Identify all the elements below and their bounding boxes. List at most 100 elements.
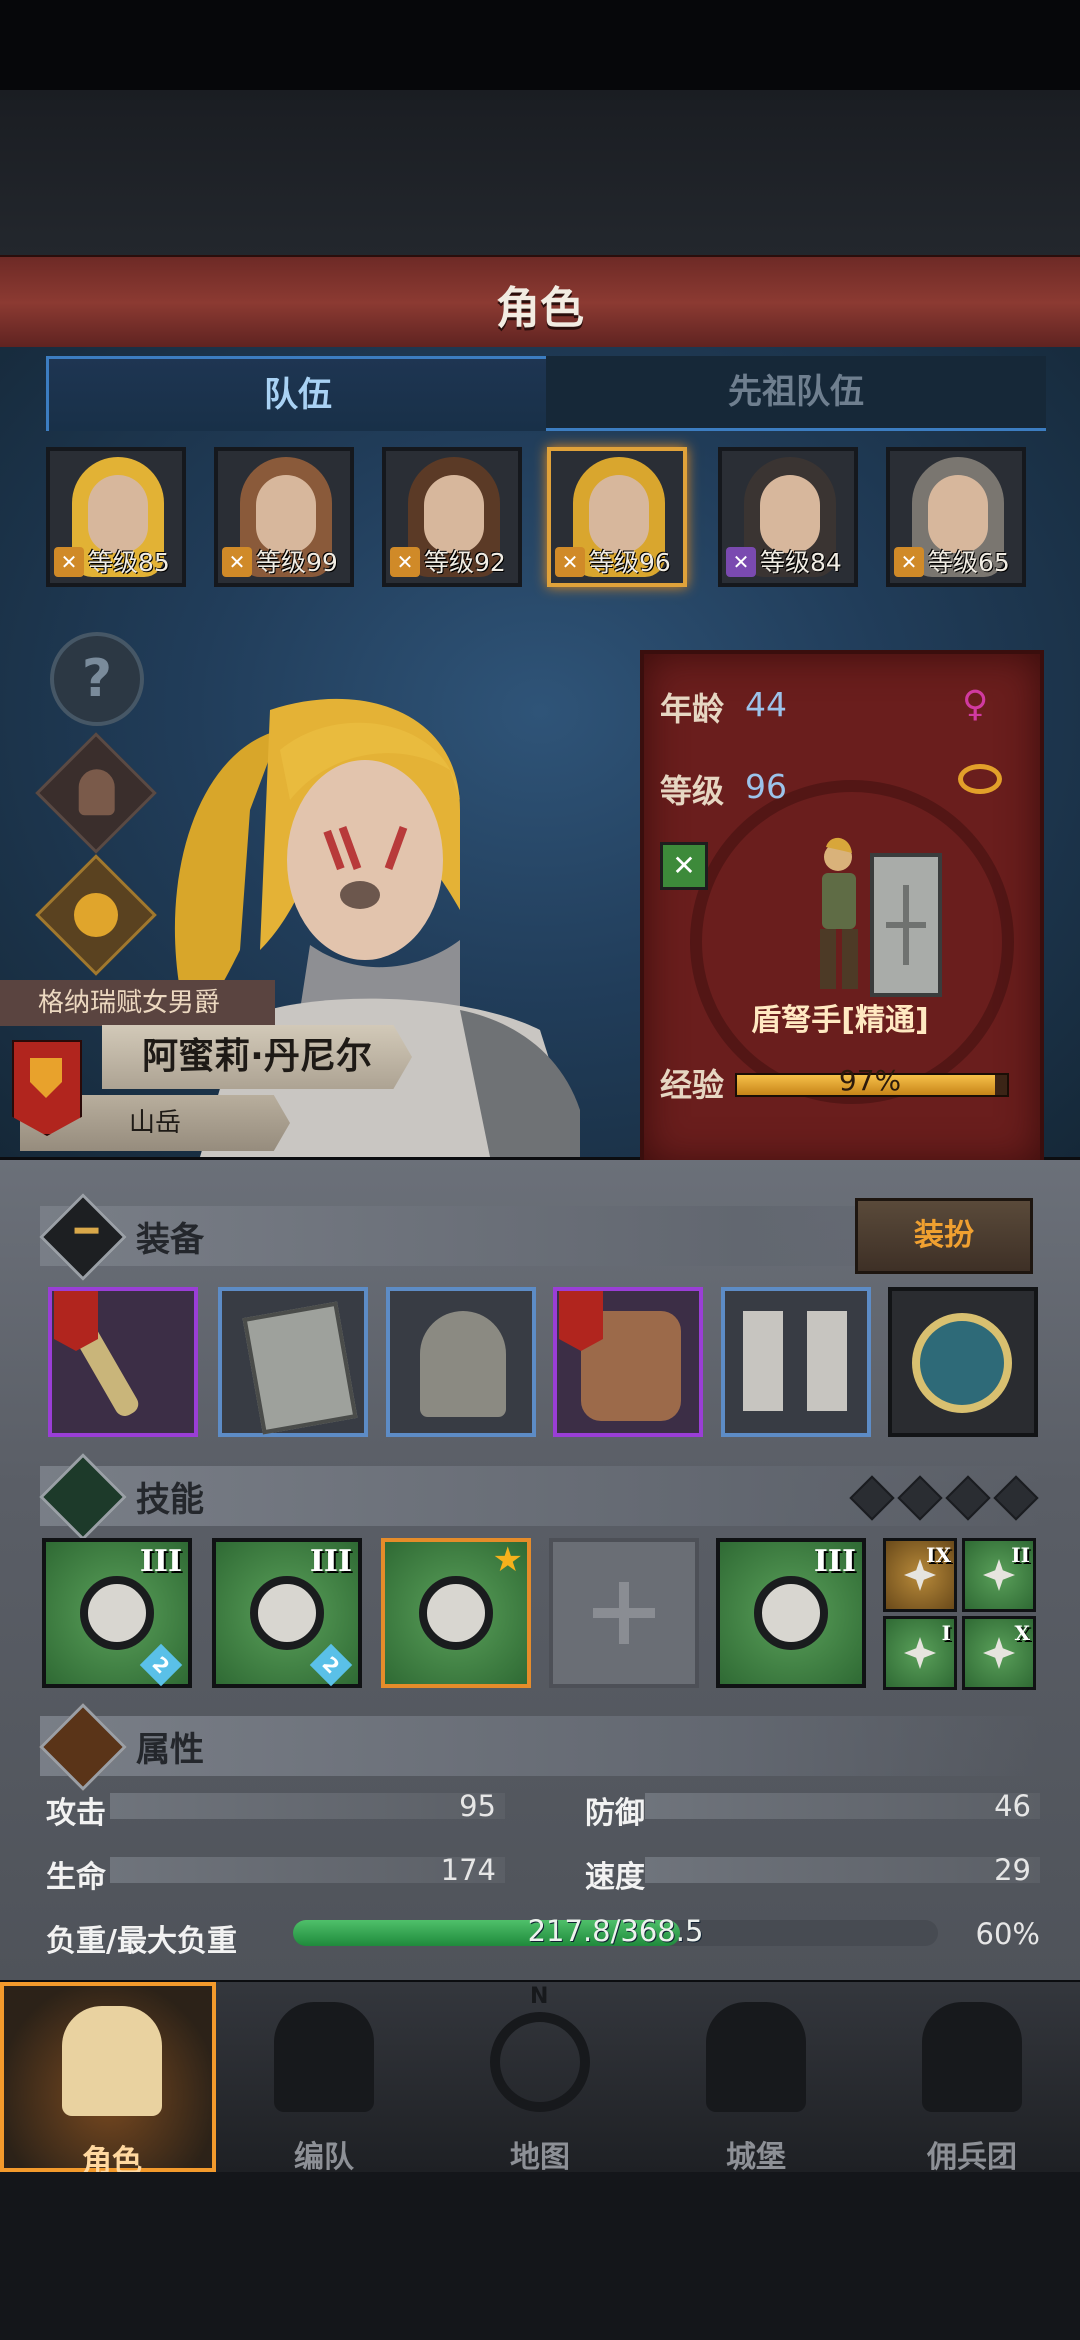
defense-value: 46 xyxy=(994,1789,1031,1823)
party-member-level: 等级96 xyxy=(589,548,671,577)
question-icon: ? xyxy=(81,649,113,709)
character-title: 格纳瑞赋女男爵 xyxy=(0,980,275,1026)
skill-rank: III xyxy=(309,1544,352,1579)
party-member-3[interactable]: ✕ 等级92 xyxy=(382,447,522,587)
gem-slot-icon xyxy=(993,1475,1039,1521)
speed-value: 29 xyxy=(994,1853,1031,1887)
portrait-face xyxy=(760,475,820,553)
potion-icon xyxy=(74,893,118,937)
gem-slot-icon xyxy=(849,1475,895,1521)
portrait-face xyxy=(88,475,148,553)
nav-label: 佣兵团 xyxy=(927,2140,1017,2175)
equipment-slot-shield[interactable] xyxy=(218,1287,368,1437)
skill-slot-1[interactable]: III 2 xyxy=(42,1538,192,1688)
skill-gem-count: 2 xyxy=(309,1643,353,1687)
marriage-ring-icon[interactable] xyxy=(958,764,1002,794)
speed-label: 速度 xyxy=(585,1860,645,1895)
house-banner-icon xyxy=(12,1040,82,1136)
portrait-face xyxy=(928,475,988,553)
nav-castle[interactable]: 城堡 xyxy=(648,1982,864,2175)
character-icon xyxy=(78,769,115,816)
equipment-slot-boots[interactable] xyxy=(721,1287,871,1437)
attributes-title: 属性 xyxy=(136,1730,204,1770)
equipment-slot-amulet[interactable] xyxy=(888,1287,1038,1437)
passive-skill-4[interactable]: X xyxy=(962,1616,1036,1690)
tab-ancestor-team[interactable]: 先祖队伍 xyxy=(546,356,1046,431)
skill-gem-slots xyxy=(849,1475,1046,1521)
knight-icon xyxy=(62,2006,162,2116)
nav-mercenary-banner[interactable]: 佣兵团 xyxy=(864,1982,1080,2175)
party-member-1[interactable]: ✕ 等级85 xyxy=(46,447,186,587)
equipment-title: 装备 xyxy=(136,1220,204,1260)
target-icon xyxy=(80,1576,154,1650)
gem-slot-icon xyxy=(945,1475,991,1521)
party-member-6[interactable]: ✕ 等级65 xyxy=(886,447,1026,587)
level-label: 等级 xyxy=(660,772,725,810)
star-icon: ★ xyxy=(492,1540,523,1580)
character-name: 阿蜜莉·丹尼尔 xyxy=(102,1025,412,1089)
tab-team[interactable]: 队伍 xyxy=(46,356,550,431)
attack-value: 95 xyxy=(459,1789,496,1823)
equipment-slot-weapon[interactable] xyxy=(48,1287,198,1437)
skill-slot-5[interactable]: III xyxy=(716,1538,866,1688)
exp-label: 经验 xyxy=(660,1066,725,1104)
mercenary-banner-icon xyxy=(922,2002,1022,2112)
nav-label: 编队 xyxy=(294,2140,354,2175)
class-figure xyxy=(820,837,942,997)
target-icon xyxy=(419,1576,493,1650)
hp-value: 174 xyxy=(440,1853,496,1887)
equipment-slot-helmet[interactable] xyxy=(386,1287,536,1437)
map-compass-icon: N xyxy=(490,1984,590,2112)
bottom-area xyxy=(0,2172,1080,2340)
skill-slot-3[interactable]: ★ xyxy=(381,1538,531,1688)
skill-rank: III xyxy=(139,1544,182,1579)
age-label: 年龄 xyxy=(660,690,725,728)
portrait-face xyxy=(424,475,484,553)
dress-up-button[interactable]: 装扮 xyxy=(855,1198,1033,1274)
party-member-level: 等级84 xyxy=(760,548,842,577)
skill-slot-4[interactable] xyxy=(549,1538,699,1688)
house-banner-icon xyxy=(54,1291,98,1351)
load-percent: 60% xyxy=(975,1917,1040,1951)
class-icon: ✕ xyxy=(555,547,585,577)
target-icon xyxy=(983,1637,1015,1669)
class-skill-icon[interactable]: ✕ xyxy=(660,842,708,890)
compass-north-label: N xyxy=(530,1984,549,2009)
passive-skill-rank: I xyxy=(941,1621,951,1645)
class-icon: ✕ xyxy=(894,547,924,577)
class-icon: ✕ xyxy=(390,547,420,577)
burst-icon xyxy=(983,1559,1015,1591)
party-member-2[interactable]: ✕ 等级99 xyxy=(214,447,354,587)
portrait-face xyxy=(256,475,316,553)
skill-slot-2[interactable]: III 2 xyxy=(212,1538,362,1688)
nav-helmet[interactable]: 编队 xyxy=(216,1982,432,2175)
skill-gem-count: 2 xyxy=(139,1643,183,1687)
nav-knight[interactable]: 角色 xyxy=(0,1982,216,2179)
crystal-icon xyxy=(754,1576,828,1650)
passive-skill-1[interactable]: IX xyxy=(883,1538,957,1612)
skills-title: 技能 xyxy=(136,1480,204,1520)
nav-map-compass[interactable]: N 地图 xyxy=(432,1982,648,2175)
passive-skill-rank: II xyxy=(1011,1543,1030,1567)
party-member-level: 等级85 xyxy=(88,548,170,577)
passive-skill-rank: IX xyxy=(926,1543,951,1567)
helmet-icon xyxy=(274,2002,374,2112)
burst-icon xyxy=(904,1637,936,1669)
skill-rank: III xyxy=(813,1544,856,1579)
hp-label: 生命 xyxy=(46,1860,106,1895)
passive-skill-2[interactable]: II xyxy=(962,1538,1036,1612)
portrait-face xyxy=(589,475,649,553)
house-banner-icon xyxy=(559,1291,603,1351)
female-icon: ♀ xyxy=(962,684,989,725)
empty-slot-icon xyxy=(593,1582,655,1644)
help-button[interactable]: ? xyxy=(50,632,144,726)
gem-slot-icon xyxy=(897,1475,943,1521)
class-icon: ✕ xyxy=(222,547,252,577)
party-member-5[interactable]: ✕ 等级84 xyxy=(718,447,858,587)
load-value: 217.8/368.5 xyxy=(527,1914,704,1948)
class-icon: ✕ xyxy=(726,547,756,577)
party-member-4[interactable]: ✕ 等级96 xyxy=(547,447,687,587)
age-value: 44 xyxy=(745,685,787,724)
equipment-slot-armor[interactable] xyxy=(553,1287,703,1437)
passive-skill-3[interactable]: I xyxy=(883,1616,957,1690)
